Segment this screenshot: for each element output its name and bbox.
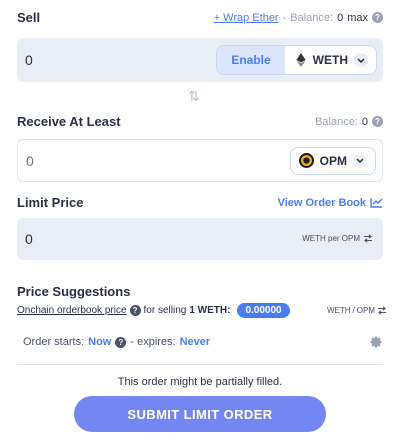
swap-pair-icon [378, 306, 386, 315]
receive-balance-meta: Balance: 0 ? [315, 116, 383, 128]
sell-balance-value: 0 [337, 11, 344, 24]
price-suggestions-label: Price Suggestions [17, 284, 131, 299]
limit-price-panel: 0 WETH per OPM [17, 218, 383, 260]
help-icon[interactable]: ? [372, 12, 383, 23]
order-starts-value[interactable]: Now [88, 336, 111, 348]
balance-label: Balance: [315, 115, 358, 128]
suggestion-pair[interactable]: WETH / OPM [327, 306, 387, 315]
expires-label: - expires: [130, 336, 176, 348]
for-selling-text: for selling [143, 305, 187, 316]
partial-fill-notice: This order might be partially filled. [117, 376, 283, 388]
receive-token-selector[interactable]: OPM [289, 146, 376, 175]
receive-amount-input[interactable]: 0 [26, 153, 34, 169]
expires-value[interactable]: Never [180, 336, 211, 348]
limit-price-label: Limit Price [17, 195, 84, 210]
pair-label-text: WETH per OPM [302, 234, 360, 243]
receive-balance-value: 0 [361, 115, 368, 128]
swap-direction-icon[interactable]: ⇅ [188, 88, 200, 105]
balance-label: Balance: [290, 11, 334, 24]
gear-icon[interactable] [369, 335, 383, 349]
sell-amount-panel: 0 Enable WETH [17, 38, 383, 82]
sell-label: Sell [17, 10, 41, 25]
order-starts-label: Order starts: [23, 336, 85, 348]
pair-separator: / [352, 306, 355, 315]
opm-token-icon [298, 153, 314, 168]
sell-balance-meta: + Wrap Ether - Balance: 0 max ? [214, 12, 383, 24]
receive-label: Receive At Least [17, 114, 121, 129]
chart-line-icon [370, 198, 383, 208]
max-button[interactable]: max [347, 12, 368, 24]
chevron-down-icon [354, 53, 368, 67]
submit-limit-order-button[interactable]: SUBMIT LIMIT ORDER [74, 396, 326, 432]
suggested-price-badge[interactable]: 0.00000 [237, 303, 290, 318]
divider [17, 364, 383, 365]
view-order-book-label: View Order Book [277, 196, 366, 209]
separator: - [282, 11, 287, 24]
receive-token-name: OPM [319, 153, 347, 168]
help-icon[interactable]: ? [372, 116, 383, 127]
help-icon[interactable]: ? [115, 336, 127, 348]
sell-token-name: WETH [312, 53, 348, 67]
receive-header: Receive At Least Balance: 0 ? [17, 114, 383, 129]
pair-quote: OPM [356, 306, 375, 315]
price-suggestion-row: Onchain orderbook price ? for selling 1 … [17, 303, 387, 318]
enable-button[interactable]: Enable [217, 46, 285, 74]
order-timing-row: Order starts: Now ? - expires: Never [23, 335, 383, 349]
wrap-ether-link[interactable]: + Wrap Ether [214, 12, 279, 24]
sell-amount-input[interactable]: 0 [25, 52, 33, 68]
limit-price-input[interactable]: 0 [25, 231, 33, 247]
chevron-down-icon [353, 153, 367, 168]
limit-price-header: Limit Price View Order Book [17, 195, 383, 210]
ethereum-icon [296, 53, 306, 67]
pair-base: WETH [326, 306, 351, 315]
sell-token-selector[interactable]: WETH [285, 46, 376, 74]
selling-amount: 1 WETH: [189, 305, 231, 316]
view-order-book-link[interactable]: View Order Book [278, 197, 383, 209]
price-suggestions-header: Price Suggestions [17, 284, 383, 299]
sell-header: Sell + Wrap Ether - Balance: 0 max ? [17, 10, 383, 25]
limit-price-pair[interactable]: WETH per OPM [302, 234, 373, 243]
help-icon[interactable]: ? [129, 305, 141, 316]
swap-pair-icon [364, 234, 372, 243]
sell-token-group: Enable WETH [216, 45, 377, 75]
receive-amount-panel: 0 OPM [17, 139, 383, 182]
onchain-orderbook-link[interactable]: Onchain orderbook price [17, 305, 127, 316]
